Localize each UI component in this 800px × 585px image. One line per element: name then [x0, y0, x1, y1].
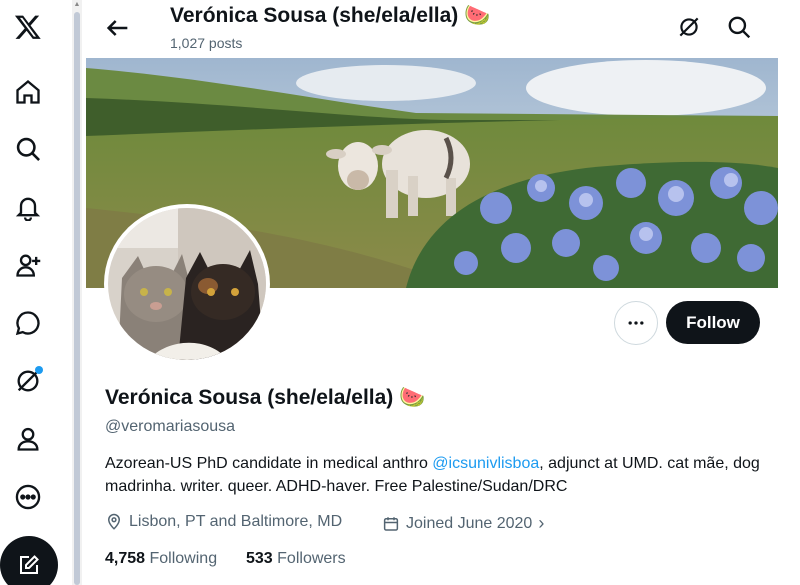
followers-number: 533 [246, 550, 273, 567]
more-options-button[interactable] [614, 301, 658, 345]
scrollbar-thumb[interactable] [74, 12, 80, 585]
bio-text: Azorean-US PhD candidate in medical anth… [105, 455, 433, 472]
search-icon[interactable] [726, 14, 752, 40]
followers-label: Followers [277, 550, 346, 567]
more-circle-icon[interactable] [9, 478, 47, 516]
x-logo-icon[interactable] [9, 8, 47, 46]
search-icon[interactable] [9, 130, 47, 168]
profile-icon[interactable] [9, 420, 47, 458]
ellipsis-icon [628, 321, 644, 325]
following-number: 4,758 [105, 550, 146, 567]
grok-icon[interactable] [676, 14, 702, 40]
location: Lisbon, PT and Baltimore, MD [105, 513, 342, 531]
follow-button[interactable]: Follow [666, 301, 760, 344]
scroll-up-arrow[interactable]: ▲ [72, 0, 82, 10]
calendar-icon [383, 516, 399, 531]
header-name: Verónica Sousa (she/ela/ella) 🍉 [170, 4, 491, 27]
location-text: Lisbon, PT and Baltimore, MD [129, 513, 343, 530]
profile-handle: @veromariasousa [105, 418, 236, 435]
followers-count[interactable]: 533 Followers [246, 550, 346, 568]
following-count[interactable]: 4,758 Following [105, 550, 217, 568]
compose-icon [20, 555, 39, 574]
back-arrow-icon[interactable] [104, 14, 132, 42]
message-icon[interactable] [9, 304, 47, 342]
profile-header: Verónica Sousa (she/ela/ella) 🍉 1,027 po… [86, 0, 778, 58]
following-label: Following [149, 550, 218, 567]
chevron-right-icon: › [538, 513, 545, 533]
add-person-icon[interactable] [9, 246, 47, 284]
profile-name: Verónica Sousa (she/ela/ella) 🍉 [105, 386, 426, 409]
profile-bio: Azorean-US PhD candidate in medical anth… [105, 452, 775, 498]
grok-icon[interactable] [9, 362, 47, 400]
bell-icon[interactable] [9, 188, 47, 226]
home-icon[interactable] [9, 73, 47, 111]
compose-button[interactable] [0, 536, 58, 585]
join-date-text: Joined June 2020 [406, 514, 533, 532]
bio-mention-link[interactable]: @icsunivlisboa [432, 455, 539, 472]
left-nav [0, 0, 60, 585]
location-pin-icon [107, 513, 121, 530]
notification-dot [35, 366, 43, 374]
join-date[interactable]: Joined June 2020 › [382, 513, 544, 534]
avatar[interactable] [104, 204, 270, 364]
post-count: 1,027 posts [170, 35, 243, 51]
